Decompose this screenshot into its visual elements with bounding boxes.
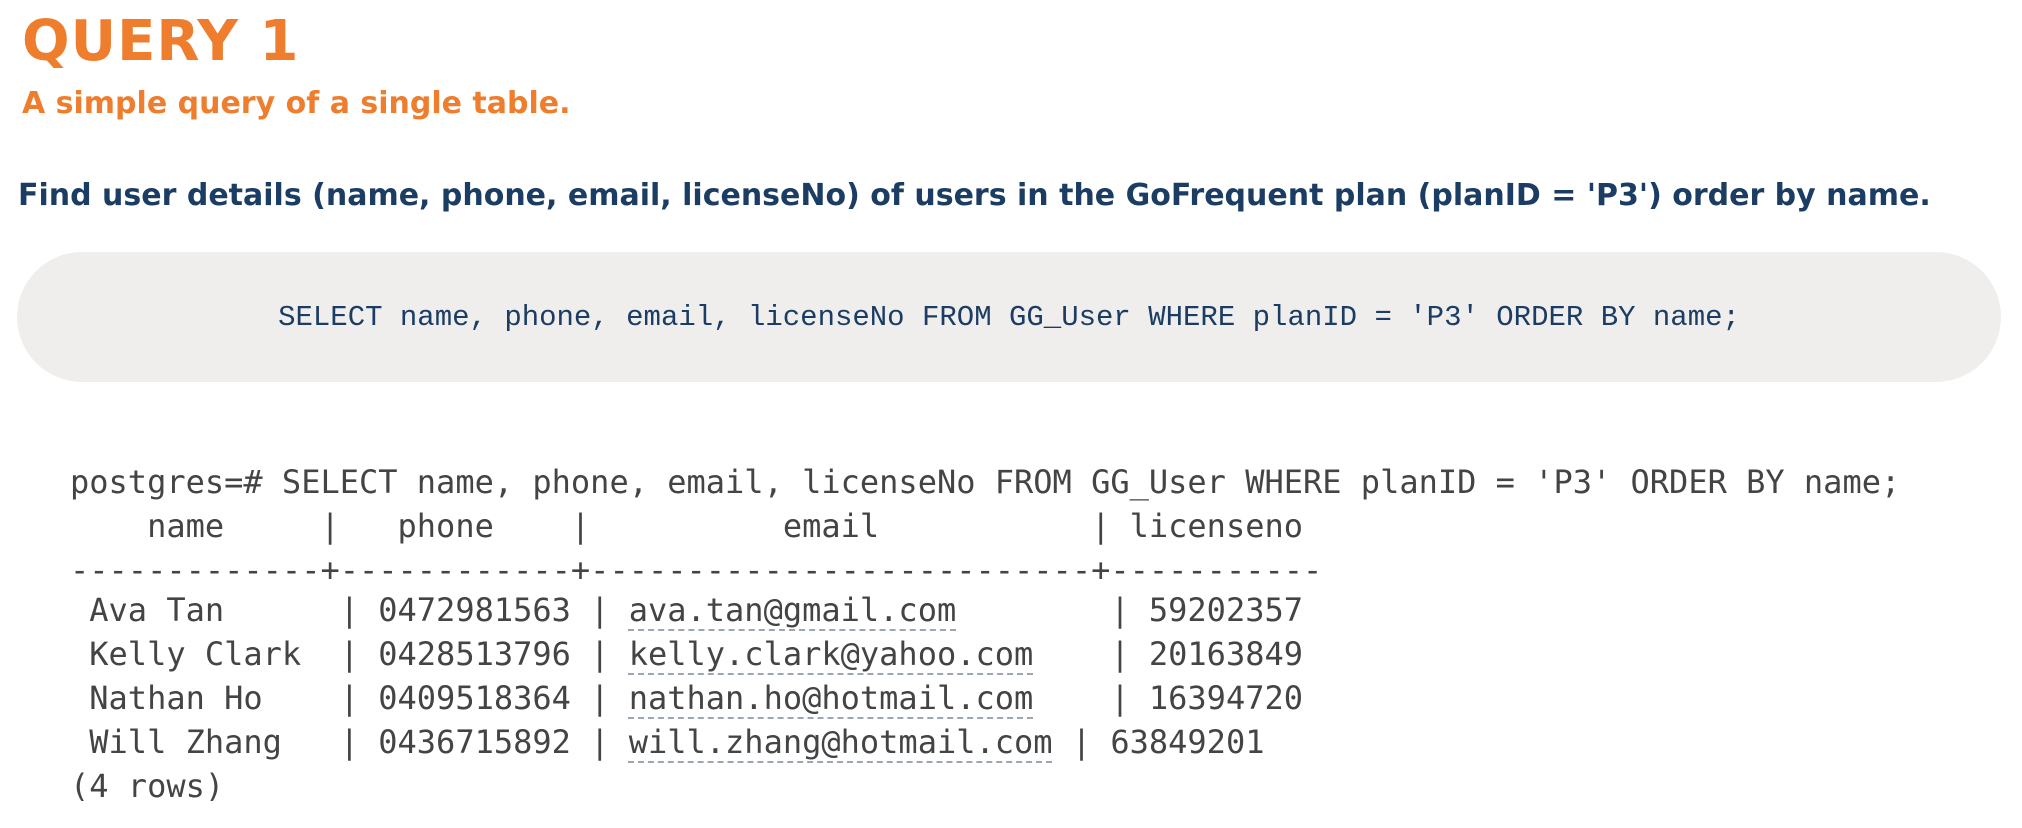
cell-license: 20163849 bbox=[1148, 635, 1303, 673]
sql-statement: SELECT name, phone, email, licenseNo FRO… bbox=[278, 300, 1740, 334]
query-title: QUERY 1 bbox=[22, 9, 300, 74]
table-row: Ava Tan | 0472981563 | ava.tan@gmail.com… bbox=[89, 591, 1303, 629]
terminal-output: postgres=# SELECT name, phone, email, li… bbox=[70, 460, 1900, 808]
table-row: Will Zhang | 0436715892 | will.zhang@hot… bbox=[89, 723, 1265, 761]
query-subtitle: A simple query of a single table. bbox=[22, 86, 571, 121]
cell-phone: 0409518364 bbox=[378, 679, 571, 717]
table-row: Kelly Clark | 0428513796 | kelly.clark@y… bbox=[89, 635, 1303, 673]
cell-name: Ava Tan bbox=[89, 591, 225, 629]
cell-phone: 0472981563 bbox=[378, 591, 571, 629]
row-count-footer: (4 rows) bbox=[70, 767, 225, 805]
table-row: Nathan Ho | 0409518364 | nathan.ho@hotma… bbox=[89, 679, 1303, 717]
cell-phone: 0436715892 bbox=[378, 723, 571, 761]
cell-name: Kelly Clark bbox=[89, 635, 302, 673]
cell-license: 16394720 bbox=[1148, 679, 1303, 717]
cell-name: Will Zhang bbox=[89, 723, 282, 761]
cell-license: 63849201 bbox=[1110, 723, 1265, 761]
result-separator-line: -------------+------------+-------------… bbox=[70, 551, 1323, 589]
cell-email-link[interactable]: kelly.clark@yahoo.com bbox=[629, 635, 1034, 673]
result-header-line: name | phone | email | licenseno bbox=[70, 507, 1303, 545]
cell-email-link[interactable]: nathan.ho@hotmail.com bbox=[629, 679, 1034, 717]
cell-name: Nathan Ho bbox=[89, 679, 263, 717]
cell-phone: 0428513796 bbox=[378, 635, 571, 673]
cell-email-link[interactable]: ava.tan@gmail.com bbox=[629, 591, 957, 629]
cell-email-link[interactable]: will.zhang@hotmail.com bbox=[629, 723, 1053, 761]
question-text: Find user details (name, phone, email, l… bbox=[18, 178, 1931, 213]
cell-license: 59202357 bbox=[1148, 591, 1303, 629]
terminal-command-line: postgres=# SELECT name, phone, email, li… bbox=[70, 463, 1901, 501]
sql-code-box: SELECT name, phone, email, licenseNo FRO… bbox=[17, 252, 2001, 382]
